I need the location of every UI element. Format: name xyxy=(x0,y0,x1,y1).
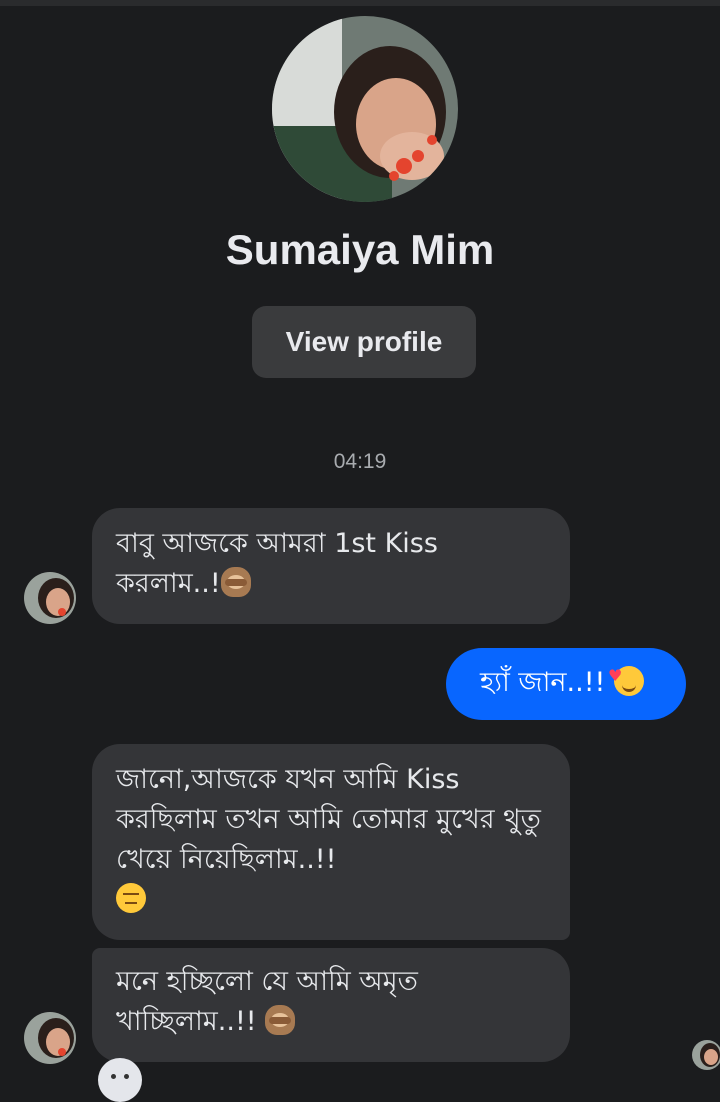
message-bubble-incoming[interactable]: জানো,আজকে যখন আমি Kiss করছিলাম তখন আমি ত… xyxy=(92,744,570,940)
typing-indicator-icon xyxy=(98,1058,142,1102)
see-no-evil-monkey-icon xyxy=(220,567,251,597)
contact-name: Sumaiya Mim xyxy=(225,226,495,273)
smiling-face-with-hearts-icon xyxy=(608,656,644,696)
seen-indicator-avatar xyxy=(692,1040,720,1070)
message-text: হ্যাঁ জান..!! xyxy=(480,667,606,698)
status-bar-strip xyxy=(0,0,720,6)
profile-photo[interactable] xyxy=(272,16,458,202)
message-text: জানো,আজকে যখন আমি Kiss করছিলাম তখন আমি ত… xyxy=(116,764,541,875)
sender-avatar[interactable] xyxy=(24,572,76,624)
weary-face-icon xyxy=(116,883,146,913)
sender-avatar[interactable] xyxy=(24,1012,76,1064)
message-bubble-outgoing[interactable]: হ্যাঁ জান..!! xyxy=(446,648,686,720)
message-bubble-incoming[interactable]: মনে হচ্ছিলো যে আমি অমৃত খাচ্ছিলাম..!! xyxy=(92,948,570,1062)
message-timestamp: 04:19 xyxy=(333,450,387,473)
message-bubble-incoming[interactable]: বাবু আজকে আমরা 1st Kiss করলাম..! xyxy=(92,508,570,624)
see-no-evil-monkey-icon xyxy=(265,1005,296,1035)
view-profile-button[interactable]: View profile xyxy=(252,306,476,378)
message-text: বাবু আজকে আমরা 1st Kiss করলাম..! xyxy=(116,528,438,599)
